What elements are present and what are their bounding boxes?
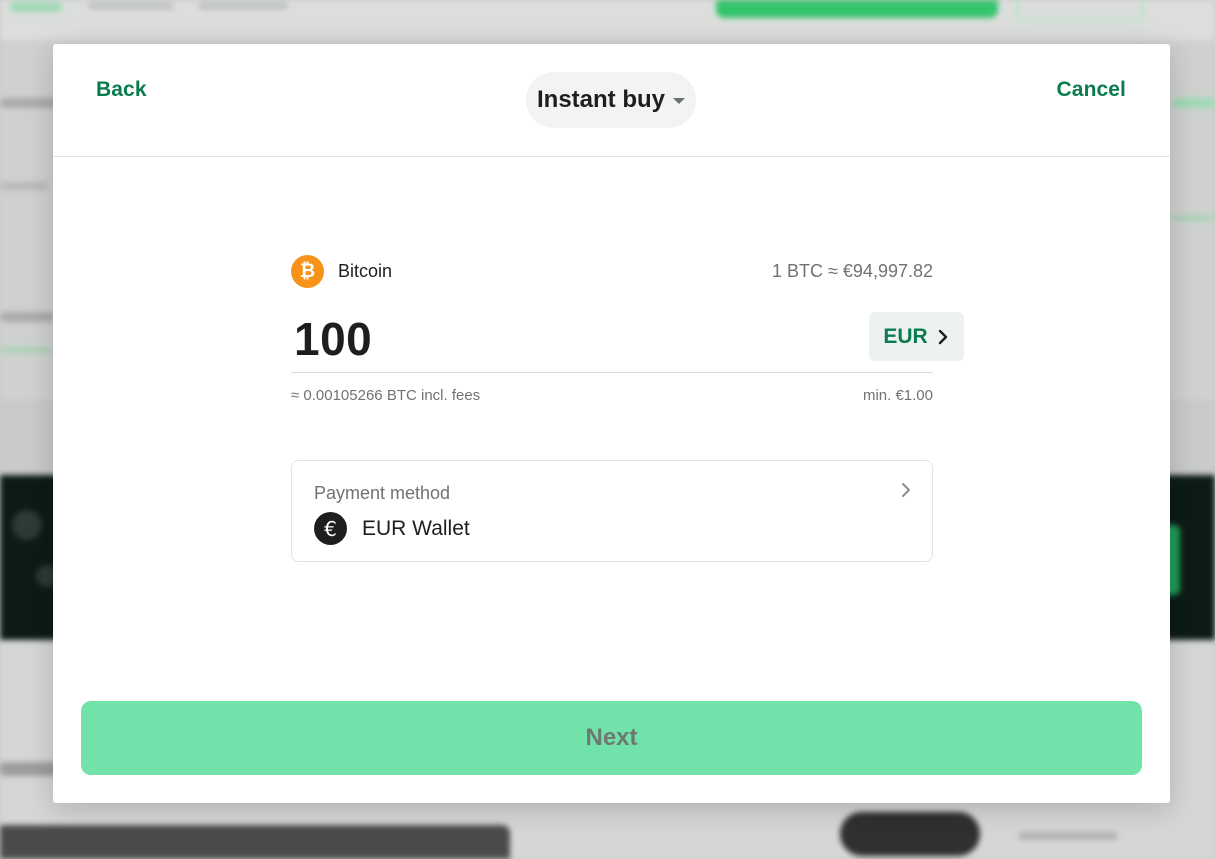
dialog-header: Back Instant buy Cancel — [53, 44, 1170, 157]
chevron-down-icon — [673, 98, 685, 104]
next-button[interactable]: Next — [81, 701, 1142, 775]
asset-name: Bitcoin — [338, 261, 393, 281]
background-topbar — [0, 0, 1215, 40]
payment-method-value: EUR Wallet — [362, 517, 470, 540]
euro-icon: € — [314, 512, 347, 545]
mode-label: Instant buy — [536, 86, 665, 113]
currency-label: EUR — [883, 324, 928, 348]
instant-buy-dialog: Back Instant buy Cancel ₿ Bitcoin 1 BTC … — [53, 44, 1170, 803]
next-button-label: Next — [585, 724, 638, 751]
cancel-button[interactable]: Cancel — [1057, 78, 1126, 102]
mode-dropdown[interactable]: Instant buy — [526, 72, 696, 128]
currency-switch-button[interactable]: EUR — [869, 312, 964, 361]
amount-input[interactable]: 100 — [294, 312, 372, 366]
minimum-amount: min. €1.00 — [862, 387, 933, 404]
payment-method-label: Payment method — [314, 483, 451, 503]
bitcoin-icon: ₿ — [291, 255, 324, 288]
fee-row: ≈ 0.00105266 BTC incl. fees min. €1.00 — [291, 387, 933, 407]
exchange-rate: 1 BTC ≈ €94,997.82 — [772, 261, 933, 281]
payment-method-selector[interactable]: Payment method € EUR Wallet — [291, 460, 933, 562]
chevron-right-icon — [938, 329, 947, 344]
btc-estimate: ≈ 0.00105266 BTC incl. fees — [291, 387, 481, 404]
asset-row: ₿ Bitcoin 1 BTC ≈ €94,997.82 — [291, 255, 933, 288]
amount-field[interactable]: 100 EUR — [291, 306, 964, 373]
chevron-right-icon — [902, 483, 910, 497]
back-button[interactable]: Back — [96, 78, 147, 102]
